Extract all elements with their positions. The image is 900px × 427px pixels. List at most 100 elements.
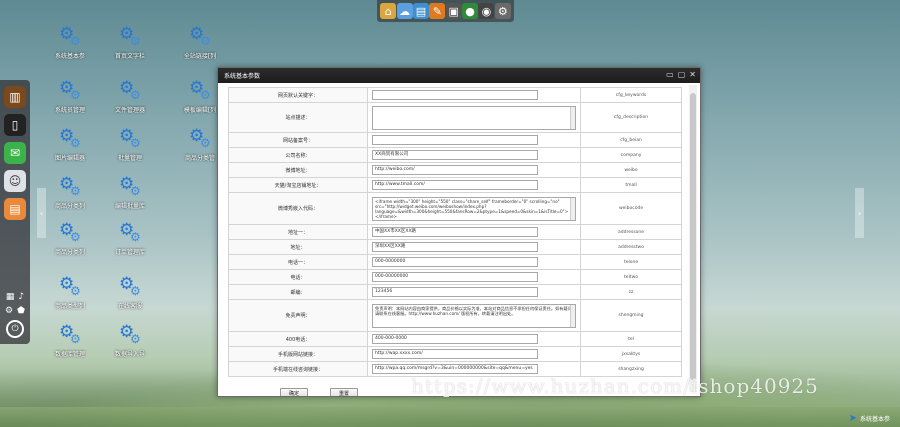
- field-key: zz: [580, 284, 682, 300]
- settings-icon[interactable]: ⚙: [5, 306, 13, 316]
- desktop-shortcut[interactable]: ⚙ ⚙ 文件管理器: [104, 78, 156, 115]
- field-key: addressone: [580, 224, 682, 240]
- field-input[interactable]: 中国XX市XX区XX路: [372, 227, 539, 237]
- scrollbar-thumb[interactable]: [690, 93, 696, 380]
- desktop-shortcut[interactable]: ⚙ ⚙ 图片编辑器: [44, 128, 96, 163]
- field-key: company: [580, 147, 682, 163]
- field-input[interactable]: http://www.tmall.com/: [372, 180, 539, 190]
- field-input[interactable]: [372, 90, 539, 100]
- field-input[interactable]: http://wap.xxxx.com/: [372, 349, 539, 359]
- leaf-icon[interactable]: ✎: [429, 3, 446, 19]
- form-row: 邮编： 123456 zz: [227, 284, 682, 300]
- gears-icon: ⚙ ⚙: [59, 322, 81, 346]
- field-label: 手机端在线咨询链接：: [227, 361, 369, 377]
- gears-icon: ⚙ ⚙: [119, 126, 141, 150]
- field-input[interactable]: 123456: [372, 287, 539, 297]
- desktop-shortcut[interactable]: ⚙ ⚙ 首页文字栏: [104, 26, 156, 61]
- grid-icon[interactable]: ▦: [6, 292, 15, 302]
- cloud-icon[interactable]: ☁: [396, 3, 413, 19]
- field-input[interactable]: http://weibo.com/: [372, 165, 539, 175]
- desktop-shortcut[interactable]: ⚙ ⚙ 商品分类列: [44, 222, 96, 257]
- user-icon[interactable]: ●: [462, 3, 479, 19]
- window-title: 系统基本参数: [224, 73, 261, 80]
- minimize-icon[interactable]: ▭: [666, 70, 674, 79]
- books-icon[interactable]: ▥: [4, 86, 26, 108]
- desktop-shortcut[interactable]: ⚙ ⚙ 系统基本参: [44, 26, 96, 61]
- desktop-shortcut[interactable]: ⚙ ⚙ 商品分类列: [44, 174, 96, 211]
- field-input[interactable]: 000-00000000: [372, 272, 539, 282]
- bird-icon: ➤: [848, 413, 857, 424]
- close-icon[interactable]: ✕: [689, 70, 696, 79]
- field-input[interactable]: 400-000-0000: [372, 334, 539, 344]
- ok-button[interactable]: 确定: [280, 388, 308, 396]
- monitor-icon[interactable]: ▣: [445, 3, 462, 19]
- sound-icon[interactable]: ♪: [18, 292, 24, 302]
- field-input[interactable]: 000-0000000: [372, 257, 539, 267]
- desktop-shortcut[interactable]: ⚙ ⚙ 商品类型列: [44, 276, 96, 311]
- desktop-shortcut-label: 图片编辑器: [54, 155, 85, 162]
- shield-icon[interactable]: ⬟: [17, 306, 25, 316]
- field-label: 微博地址：: [227, 162, 369, 178]
- globe-icon[interactable]: ◉: [478, 3, 495, 19]
- field-input[interactable]: http://wpa.qq.com/msgrd?v=3&uin=00000000…: [372, 364, 539, 374]
- corner-logo: ➤ 系统基本参: [849, 413, 890, 424]
- finder-icon[interactable]: ☺: [4, 170, 26, 192]
- field-textarea[interactable]: [372, 105, 577, 130]
- desktop-shortcut[interactable]: ⚙ ⚙ 编辑批量库: [104, 176, 156, 211]
- desktop-shortcut[interactable]: ⚙ ⚙ 系统员管理: [44, 80, 96, 115]
- power-icon[interactable]: ⏻: [6, 320, 24, 338]
- desktop-shortcut[interactable]: ⚙ ⚙ 批量管理: [104, 126, 156, 163]
- textarea-scrollbar[interactable]: [570, 304, 576, 327]
- gears-icon: ⚙ ⚙: [119, 78, 141, 102]
- gears-icon: ⚙ ⚙: [59, 174, 81, 198]
- field-key: cfg_description: [580, 102, 682, 133]
- background-grass: [0, 407, 900, 427]
- field-label: 公司名称：: [227, 147, 369, 163]
- gears-icon: ⚙ ⚙: [119, 274, 141, 298]
- desktop-shortcut-label: 编辑批量库: [114, 203, 145, 210]
- field-input[interactable]: [372, 135, 539, 145]
- maximize-icon[interactable]: ▢: [678, 70, 686, 79]
- window-body: 网页默认关键字： cfg_keywords 站点描述： cfg_description…: [218, 83, 700, 396]
- desktop-shortcut[interactable]: ⚙ ⚙ 全站链接[列: [174, 24, 226, 61]
- field-value-cell: http://www.tmall.com/: [367, 177, 582, 193]
- desktop-shortcut-label: 订单管理库: [114, 249, 145, 256]
- desktop-shortcut-label: 系统基本参: [54, 53, 85, 60]
- desktop-shortcut[interactable]: ⚙ ⚙ 订单管理库: [104, 222, 156, 257]
- form-row: 电话： 000-00000000 teltwo: [227, 269, 682, 285]
- briefcase-icon[interactable]: ▤: [412, 3, 429, 19]
- desktop-shortcut-label: 在线客服: [117, 303, 142, 310]
- right-collapse-arrow[interactable]: ›: [855, 188, 864, 238]
- field-input[interactable]: XX商贸有限公司: [372, 150, 539, 160]
- desktop-shortcut[interactable]: ⚙ ⚙ 数据库管理: [44, 322, 96, 359]
- textarea-scrollbar[interactable]: [570, 197, 576, 220]
- document-icon[interactable]: ▯: [4, 114, 26, 136]
- chat-icon[interactable]: ✉: [4, 142, 26, 164]
- reset-button[interactable]: 重置: [330, 388, 358, 396]
- field-label: 地址一：: [227, 224, 369, 240]
- field-input[interactable]: 深圳XX区XX路: [372, 242, 539, 252]
- field-key: cfg_keywords: [580, 87, 682, 103]
- form-row: 地址： 深圳XX区XX路 addresstwo: [227, 239, 682, 255]
- desktop-shortcut[interactable]: ⚙ ⚙ 数据导入导: [104, 324, 156, 359]
- form-row: 电话一： 000-0000000 telone: [227, 254, 682, 270]
- field-value-cell: 深圳XX区XX路: [367, 239, 582, 255]
- home-icon[interactable]: ⌂: [380, 3, 397, 19]
- gears-icon: ⚙ ⚙: [189, 24, 211, 48]
- field-value-cell: 免责声明：本网站内容由商家提供，商品价格以实际为准，本站对商品信息不承担任何保证…: [367, 299, 582, 332]
- field-textarea[interactable]: <iframe width="300" height="550" class="…: [372, 196, 577, 221]
- notes-icon[interactable]: ▤: [4, 198, 26, 220]
- window-titlebar[interactable]: 系统基本参数 ▭ ▢ ✕: [218, 68, 700, 83]
- textarea-scrollbar[interactable]: [570, 106, 576, 129]
- field-key: weibo: [580, 162, 682, 178]
- field-value-cell: 400-000-0000: [367, 331, 582, 347]
- desktop-shortcut[interactable]: ⚙ ⚙ 在线客服: [104, 274, 156, 311]
- window-scrollbar[interactable]: [689, 85, 697, 392]
- desktop-shortcut-label: 数据导入导: [114, 351, 145, 358]
- settings-window: 系统基本参数 ▭ ▢ ✕ 网页默认关键字： cfg_keywords 站点描述： cf…: [217, 67, 701, 397]
- field-label: 400电话：: [227, 331, 369, 347]
- gear-icon[interactable]: ⚙: [494, 3, 511, 19]
- field-textarea[interactable]: 免责声明：本网站内容由商家提供，商品价格以实际为准，本站对商品信息不承担任何保证…: [372, 303, 577, 328]
- field-label: 微博秀嵌入代码：: [227, 192, 369, 225]
- watermark-text: https://www.huzhan.com/ishop40925: [411, 374, 819, 398]
